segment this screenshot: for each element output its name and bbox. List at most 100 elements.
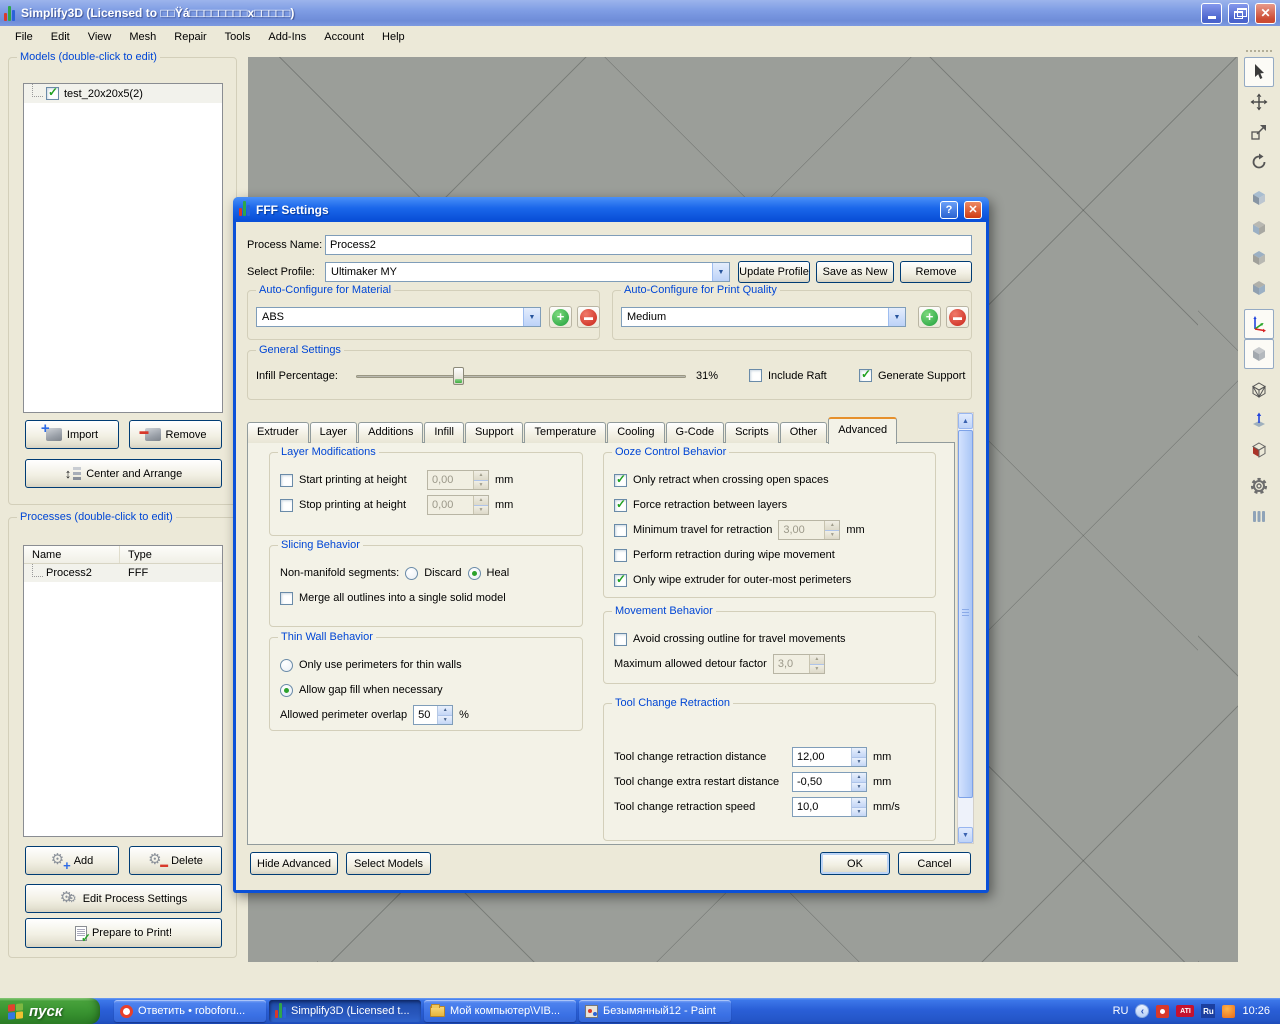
- include-raft-checkbox[interactable]: [749, 369, 762, 382]
- min-travel-label[interactable]: Minimum travel for retraction: [633, 524, 772, 536]
- process-row[interactable]: Process2 FFF: [24, 564, 222, 582]
- tray-language-indicator[interactable]: RU: [1113, 1005, 1129, 1017]
- tab-advanced[interactable]: Advanced: [828, 417, 897, 444]
- taskbar-item-paint[interactable]: Безымянный12 - Paint: [579, 1000, 731, 1022]
- slider-thumb[interactable]: [453, 367, 464, 385]
- tab-additions[interactable]: Additions: [358, 422, 423, 443]
- wipe-retraction-label[interactable]: Perform retraction during wipe movement: [633, 549, 835, 561]
- view-front-button[interactable]: [1244, 213, 1274, 243]
- menu-help[interactable]: Help: [373, 28, 414, 46]
- gap-fill-radio[interactable]: [280, 684, 293, 697]
- heal-label[interactable]: Heal: [487, 567, 510, 579]
- select-tool-button[interactable]: [1244, 57, 1274, 87]
- chevron-down-icon[interactable]: ▼: [523, 308, 540, 326]
- perimeters-only-label[interactable]: Only use perimeters for thin walls: [299, 659, 462, 671]
- col-name[interactable]: Name: [24, 546, 120, 563]
- retract-crossing-checkbox[interactable]: [614, 474, 627, 487]
- min-travel-input[interactable]: 3,00▲▼: [778, 520, 840, 540]
- spinner-arrows[interactable]: ▲▼: [473, 471, 488, 489]
- remove-model-button[interactable]: Remove: [129, 420, 222, 449]
- restore-button[interactable]: [1228, 3, 1249, 24]
- scale-tool-button[interactable]: [1244, 117, 1274, 147]
- stop-height-input[interactable]: 0,00▲▼: [427, 495, 489, 515]
- download-manager-icon[interactable]: [1222, 1005, 1235, 1018]
- start-button[interactable]: пуск: [0, 998, 100, 1024]
- chevron-down-icon[interactable]: ▼: [712, 263, 729, 281]
- quality-select[interactable]: Medium ▼: [621, 307, 906, 327]
- spinner-arrows[interactable]: ▲▼: [851, 773, 866, 791]
- tab-scripts[interactable]: Scripts: [725, 422, 779, 443]
- view-iso-button[interactable]: [1244, 183, 1274, 213]
- add-quality-button[interactable]: +: [918, 306, 941, 328]
- merge-outlines-label[interactable]: Merge all outlines into a single solid m…: [299, 592, 506, 604]
- stop-height-label[interactable]: Stop printing at height: [299, 499, 421, 511]
- remove-quality-button[interactable]: ▬: [946, 306, 969, 328]
- scroll-up-icon[interactable]: ▲: [958, 413, 973, 429]
- menu-repair[interactable]: Repair: [165, 28, 215, 46]
- discard-radio[interactable]: [405, 567, 418, 580]
- cross-section-button[interactable]: [1244, 435, 1274, 465]
- taskbar-item-explorer[interactable]: Мой компьютер\VIB...: [424, 1000, 576, 1022]
- wipe-outer-checkbox[interactable]: [614, 574, 627, 587]
- menu-account[interactable]: Account: [315, 28, 373, 46]
- minimize-button[interactable]: [1201, 3, 1222, 24]
- merge-outlines-checkbox[interactable]: [280, 592, 293, 605]
- force-retraction-checkbox[interactable]: [614, 499, 627, 512]
- axes-toggle-button[interactable]: [1244, 309, 1274, 339]
- menu-mesh[interactable]: Mesh: [120, 28, 165, 46]
- surface-normals-button[interactable]: [1244, 405, 1274, 435]
- tab-layer[interactable]: Layer: [310, 422, 358, 443]
- wireframe-view-button[interactable]: [1244, 375, 1274, 405]
- menu-edit[interactable]: Edit: [42, 28, 79, 46]
- model-visible-checkbox[interactable]: [46, 87, 59, 100]
- add-process-button[interactable]: Add: [25, 846, 119, 875]
- save-as-new-button[interactable]: Save as New: [816, 261, 894, 283]
- start-height-input[interactable]: 0,00▲▼: [427, 470, 489, 490]
- prepare-to-print-button[interactable]: Prepare to Print!: [25, 918, 222, 948]
- avoid-crossing-label[interactable]: Avoid crossing outline for travel moveme…: [633, 633, 846, 645]
- update-profile-button[interactable]: Update Profile: [738, 261, 810, 283]
- spinner-arrows[interactable]: ▲▼: [851, 798, 866, 816]
- move-tool-button[interactable]: [1244, 87, 1274, 117]
- taskbar-item-simplify3d[interactable]: Simplify3D (Licensed t...: [269, 1000, 421, 1022]
- remove-profile-button[interactable]: Remove: [900, 261, 972, 283]
- overlap-input[interactable]: 50▲▼: [413, 705, 453, 725]
- remove-material-button[interactable]: ▬: [577, 306, 600, 328]
- retract-crossing-label[interactable]: Only retract when crossing open spaces: [633, 474, 829, 486]
- include-raft-label[interactable]: Include Raft: [768, 370, 827, 382]
- model-list-item[interactable]: test_20x20x5(2): [24, 84, 222, 103]
- menu-view[interactable]: View: [79, 28, 121, 46]
- toolbar-grip[interactable]: [1246, 50, 1272, 52]
- import-button[interactable]: Import: [25, 420, 119, 449]
- menu-tools[interactable]: Tools: [216, 28, 260, 46]
- infill-slider[interactable]: [356, 367, 686, 385]
- tab-temperature[interactable]: Temperature: [524, 422, 606, 443]
- gap-fill-label[interactable]: Allow gap fill when necessary: [299, 684, 443, 696]
- solid-view-button[interactable]: [1244, 339, 1274, 369]
- spinner-arrows[interactable]: ▲▼: [851, 748, 866, 766]
- menu-addins[interactable]: Add-Ins: [259, 28, 315, 46]
- select-models-button[interactable]: Select Models: [346, 852, 431, 875]
- tab-other[interactable]: Other: [780, 422, 828, 443]
- rotate-tool-button[interactable]: [1244, 147, 1274, 177]
- tc-distance-input[interactable]: 12,00▲▼: [792, 747, 867, 767]
- view-top-button[interactable]: [1244, 243, 1274, 273]
- menu-file[interactable]: File: [6, 28, 42, 46]
- main-window-titlebar[interactable]: Simplify3D (Licensed to □□Ÿá□□□□□□□□x□□□…: [0, 0, 1280, 26]
- avoid-crossing-checkbox[interactable]: [614, 633, 627, 646]
- start-height-checkbox[interactable]: [280, 474, 293, 487]
- processes-table[interactable]: Name Type Process2 FFF: [23, 545, 223, 837]
- material-select[interactable]: ABS ▼: [256, 307, 541, 327]
- edit-process-settings-button[interactable]: Edit Process Settings: [25, 884, 222, 913]
- punto-switcher-icon[interactable]: Ru: [1201, 1004, 1215, 1018]
- settings-scrollbar[interactable]: ▲ ▼: [957, 412, 974, 844]
- machine-settings-button[interactable]: [1244, 471, 1274, 501]
- spinner-arrows[interactable]: ▲▼: [824, 521, 839, 539]
- scroll-thumb[interactable]: [958, 430, 973, 798]
- models-list[interactable]: test_20x20x5(2): [23, 83, 223, 413]
- dialog-titlebar[interactable]: FFF Settings ?: [233, 197, 989, 222]
- tc-restart-input[interactable]: -0,50▲▼: [792, 772, 867, 792]
- add-material-button[interactable]: +: [549, 306, 572, 328]
- ok-button[interactable]: OK: [820, 852, 890, 875]
- spinner-arrows[interactable]: ▲▼: [437, 706, 452, 724]
